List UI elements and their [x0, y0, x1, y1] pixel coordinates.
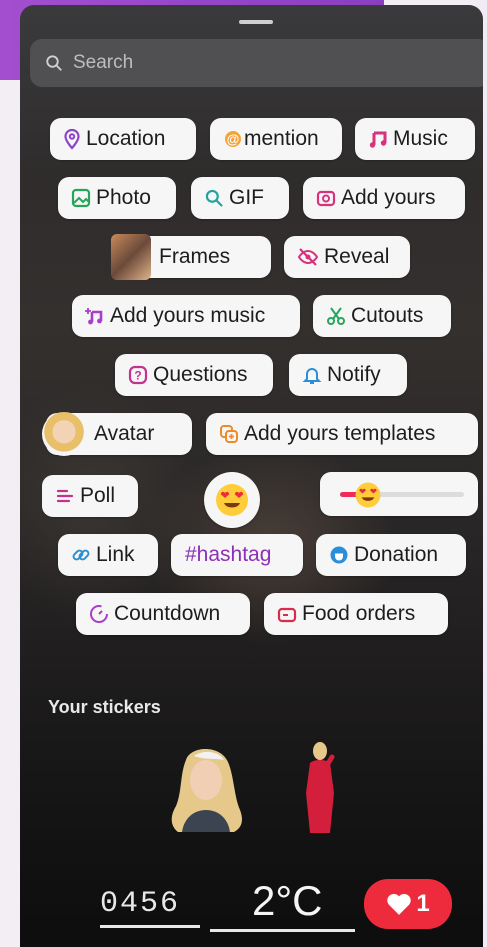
- emoji-reaction-sticker[interactable]: [204, 472, 260, 528]
- questions-sticker[interactable]: ? Questions: [115, 354, 273, 396]
- questions-label: Questions: [153, 363, 248, 386]
- food-orders-label: Food orders: [302, 602, 416, 625]
- gif-label: GIF: [229, 186, 264, 209]
- poll-sticker[interactable]: Poll: [42, 475, 138, 517]
- custom-sticker-person[interactable]: [300, 741, 340, 835]
- gif-sticker[interactable]: GIF: [191, 177, 289, 219]
- heart-eyes-emoji-icon: [355, 482, 381, 508]
- reveal-sticker[interactable]: Reveal: [284, 236, 410, 278]
- image-icon: [71, 188, 91, 208]
- notify-label: Notify: [327, 363, 381, 386]
- sticker-tray-sheet: Search Location @ mention Music Photo GI…: [20, 5, 483, 947]
- music-label: Music: [393, 127, 448, 150]
- bell-icon: [302, 365, 322, 385]
- link-sticker[interactable]: Link: [58, 534, 158, 576]
- avatar-thumbnail: [42, 412, 86, 456]
- camera-icon: [316, 188, 336, 208]
- countdown-sticker[interactable]: Countdown: [76, 593, 250, 635]
- frames-label: Frames: [159, 245, 231, 268]
- like-count: 1: [416, 890, 430, 917]
- bottom-bar: 0456 2°C 1: [20, 867, 483, 947]
- svg-text:?: ?: [134, 369, 141, 383]
- donation-sticker[interactable]: Donation: [316, 534, 466, 576]
- frames-sticker[interactable]: Frames: [111, 234, 271, 280]
- at-icon: @: [223, 129, 243, 149]
- donation-label: Donation: [354, 543, 439, 566]
- add-yours-sticker[interactable]: Add yours: [303, 177, 465, 219]
- temperature-display: 2°C: [252, 877, 323, 925]
- hashtag-label: #hashtag: [185, 543, 272, 566]
- add-yours-music-sticker[interactable]: Add yours music: [72, 295, 300, 337]
- search-icon: [46, 55, 62, 71]
- svg-text:@: @: [227, 132, 240, 147]
- add-yours-label: Add yours: [341, 186, 436, 209]
- avatar-label: Avatar: [94, 422, 155, 445]
- photo-label: Photo: [96, 186, 151, 209]
- time-text: 0456: [100, 887, 181, 921]
- search-icon: [204, 188, 224, 208]
- emoji-slider-sticker[interactable]: [320, 472, 478, 516]
- frames-thumbnail: [111, 234, 151, 280]
- poll-icon: [55, 486, 75, 506]
- location-sticker[interactable]: Location: [50, 118, 196, 160]
- food-orders-sticker[interactable]: Food orders: [264, 593, 448, 635]
- link-label: Link: [96, 543, 135, 566]
- link-icon: [71, 545, 91, 565]
- temperature-underline: [210, 929, 355, 932]
- heart-icon: [387, 893, 412, 915]
- time-display: 0456: [100, 887, 180, 921]
- music-plus-icon: [85, 306, 105, 326]
- donation-heart-icon: [329, 545, 349, 565]
- temperature-text: 2°C: [252, 877, 323, 924]
- time-underline: [100, 925, 200, 928]
- search-input[interactable]: Search: [30, 39, 483, 87]
- custom-sticker-selfie[interactable]: [168, 740, 246, 832]
- drag-handle[interactable]: [239, 20, 273, 24]
- timer-icon: [89, 604, 109, 624]
- notify-sticker[interactable]: Notify: [289, 354, 407, 396]
- cutouts-sticker[interactable]: Cutouts: [313, 295, 451, 337]
- poll-label: Poll: [80, 484, 116, 507]
- photo-sticker[interactable]: Photo: [58, 177, 176, 219]
- search-placeholder: Search: [73, 52, 134, 73]
- add-yours-templates-sticker[interactable]: Add yours templates: [206, 413, 478, 455]
- question-icon: ?: [128, 365, 148, 385]
- location-label: Location: [86, 127, 166, 150]
- hashtag-sticker[interactable]: #hashtag: [171, 534, 303, 576]
- templates-icon: [219, 424, 239, 444]
- avatar-sticker[interactable]: Avatar: [42, 412, 192, 456]
- eye-off-icon: [297, 247, 319, 267]
- music-note-icon: [368, 129, 388, 149]
- mention-label: mention: [244, 127, 319, 150]
- food-bag-icon: [277, 604, 297, 624]
- your-stickers-heading: Your stickers: [48, 697, 161, 717]
- music-sticker[interactable]: Music: [355, 118, 475, 160]
- add-yours-templates-label: Add yours templates: [244, 422, 436, 445]
- reveal-label: Reveal: [324, 245, 390, 268]
- cutouts-label: Cutouts: [351, 304, 424, 327]
- countdown-label: Countdown: [114, 602, 221, 625]
- like-count-sticker[interactable]: 1: [364, 879, 452, 929]
- heart-eyes-emoji-icon: [216, 484, 248, 516]
- location-pin-icon: [63, 128, 81, 150]
- mention-sticker[interactable]: @ mention: [210, 118, 342, 160]
- scissors-icon: [326, 306, 346, 326]
- add-yours-music-label: Add yours music: [110, 304, 266, 327]
